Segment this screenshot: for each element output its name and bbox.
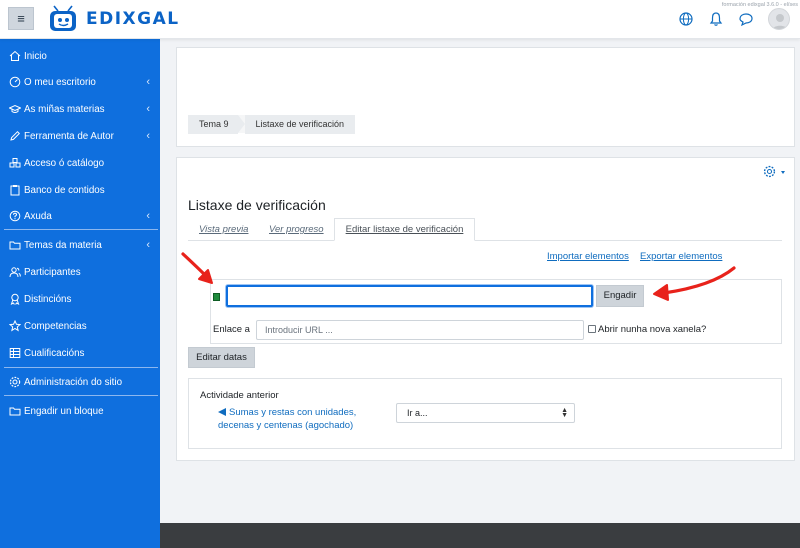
chevron-left-icon: ‹ — [146, 103, 150, 115]
help-icon — [9, 210, 21, 222]
chevron-left-icon: ‹ — [146, 239, 150, 251]
previous-activity-link[interactable]: Sumas y restas con unidades, decenas y c… — [218, 406, 378, 432]
select-caret-icon: ▲ ▼ — [561, 407, 568, 419]
settings-gear-icon[interactable] — [763, 165, 776, 178]
item-text-input[interactable] — [226, 285, 593, 307]
chevron-left-icon: ‹ — [146, 76, 150, 88]
language-globe-icon[interactable] — [678, 11, 694, 27]
sidebar-item-label: O meu escritorio — [24, 76, 96, 88]
sidebar-divider — [4, 229, 158, 230]
tv-logo-icon — [50, 5, 76, 31]
sidebar-item-label: Temas da materia — [24, 239, 102, 251]
site-logo[interactable]: EDIXGAL — [48, 5, 180, 33]
sidebar-item-label: Cualificacións — [24, 347, 85, 359]
graduation-cap-icon — [9, 104, 21, 113]
catalog-icon — [9, 158, 21, 168]
sidebar-item-temas[interactable]: Temas da materia ‹ — [0, 234, 160, 256]
breadcrumb-separator — [237, 115, 245, 133]
sidebar-item-label: Engadir un bloque — [24, 405, 104, 417]
sidebar-item-label: Participantes — [24, 266, 81, 278]
sidebar-item-label: Inicio — [24, 50, 47, 62]
pencil-icon — [10, 130, 21, 141]
sidebar-item-competencias[interactable]: Competencias — [0, 315, 160, 337]
tab-ver-progreso[interactable]: Ver progreso — [269, 219, 324, 240]
tabs-divider — [188, 240, 782, 241]
edit-dates-button[interactable]: Editar datas — [188, 347, 255, 368]
caret-down-icon[interactable] — [781, 171, 785, 174]
top-navbar: ≡ EDIXGAL formación edixgal 3.6.0 - el/s… — [0, 0, 800, 39]
previous-activity-link-text[interactable]: Sumas y restas con unidades, decenas y c… — [218, 407, 356, 431]
dashboard-icon — [9, 76, 21, 88]
user-avatar[interactable] — [768, 8, 790, 30]
sidebar-item-inicio[interactable]: Inicio — [0, 45, 160, 67]
star-icon — [9, 320, 21, 332]
new-window-label: Abrir nunha nova xanela? — [598, 324, 707, 335]
previous-activity-title: Actividade anterior — [200, 390, 279, 401]
sidebar-item-axuda[interactable]: Axuda ‹ — [0, 205, 160, 227]
user-silhouette-icon — [772, 14, 788, 29]
sidebar-item-label: As miñas materias — [24, 103, 105, 115]
sidebar-item-engadir-bloque[interactable]: Engadir un bloque — [0, 400, 160, 422]
chevron-left-icon: ‹ — [146, 130, 150, 142]
spreadsheet-icon — [213, 293, 220, 301]
sidebar-divider — [4, 367, 158, 368]
export-elements-link[interactable]: Exportar elementos — [640, 251, 722, 262]
sidebar-item-label: Ferramenta de Autor — [24, 130, 114, 142]
sidebar-item-label: Competencias — [24, 320, 87, 332]
sidebar-item-administracion[interactable]: Administración do sitio — [0, 371, 160, 393]
sidebar-divider — [4, 395, 158, 396]
sidebar-item-label: Acceso ó catálogo — [24, 157, 105, 169]
breadcrumb: Tema 9 Listaxe de verificación — [188, 115, 356, 134]
add-button[interactable]: Engadir — [596, 285, 644, 307]
sidebar-item-participantes[interactable]: Participantes — [0, 261, 160, 283]
home-icon — [9, 50, 21, 61]
page-title: Listaxe de verificación — [188, 197, 326, 213]
sidebar-item-banco[interactable]: Banco de contidos — [0, 179, 160, 201]
users-icon — [9, 267, 21, 278]
jump-to-select[interactable]: Ir a... ▲ ▼ — [396, 403, 575, 423]
tab-editar-listaxe[interactable]: Editar listaxe de verificación — [334, 218, 475, 241]
sidebar-item-materias[interactable]: As miñas materias ‹ — [0, 98, 160, 120]
sidebar-item-label: Distincións — [24, 293, 72, 305]
sidebar-item-label: Administración do sitio — [24, 376, 123, 388]
sidebar-item-cualificacions[interactable]: Cualificacións — [0, 342, 160, 364]
sidebar-item-escritorio[interactable]: O meu escritorio ‹ — [0, 71, 160, 93]
notifications-bell-icon[interactable] — [708, 11, 724, 27]
chevron-left-icon: ‹ — [146, 210, 150, 222]
add-block-icon — [9, 407, 21, 416]
breadcrumb-item-current: Listaxe de verificación — [244, 115, 356, 134]
sidebar-item-catalogo[interactable]: Acceso ó catálogo — [0, 152, 160, 174]
grades-icon — [9, 348, 21, 358]
navbar-icons — [678, 8, 790, 30]
sidebar-item-ferramenta[interactable]: Ferramenta de Autor ‹ — [0, 125, 160, 147]
folder-icon — [9, 241, 21, 250]
sidebar-item-label: Axuda — [24, 210, 52, 222]
menu-toggle-button[interactable]: ≡ — [8, 7, 34, 30]
sidebar-item-distincions[interactable]: Distincións — [0, 288, 160, 310]
new-window-checkbox[interactable] — [588, 325, 596, 333]
jump-to-select-value: Ir a... — [407, 408, 428, 418]
messages-bubble-icon[interactable] — [738, 11, 754, 27]
clipboard-icon — [10, 185, 20, 196]
footer-bar — [160, 523, 800, 548]
url-input[interactable]: Introducir URL ... — [256, 320, 584, 340]
tab-vista-previa[interactable]: Vista previa — [199, 219, 248, 240]
award-icon — [10, 293, 20, 305]
link-label: Enlace a — [213, 324, 250, 335]
logo-text: EDIXGAL — [86, 9, 180, 29]
breadcrumb-item-tema[interactable]: Tema 9 — [188, 115, 238, 134]
sidebar-item-label: Banco de contidos — [24, 184, 105, 196]
gear-icon — [9, 376, 21, 388]
import-elements-link[interactable]: Importar elementos — [547, 251, 629, 262]
